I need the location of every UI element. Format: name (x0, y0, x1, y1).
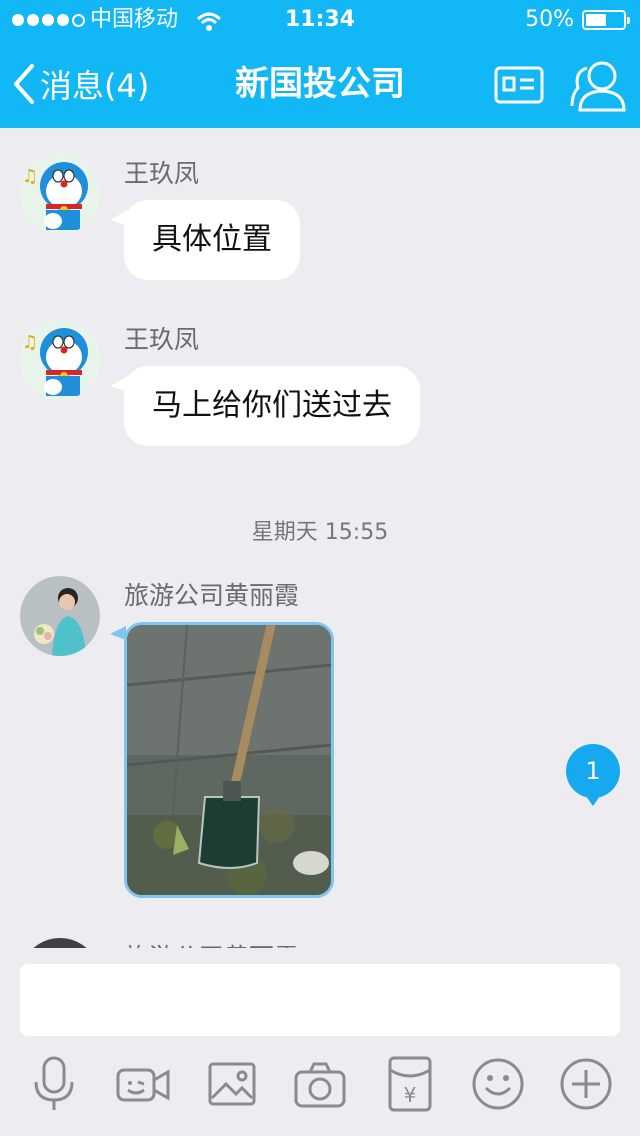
message-bubble[interactable]: 具体位置 (110, 200, 300, 280)
group-members-icon[interactable] (570, 58, 628, 116)
message-bubble[interactable]: 马上给你们送过去 (110, 366, 420, 446)
emoji-icon[interactable] (470, 1056, 526, 1112)
video-icon[interactable] (114, 1056, 170, 1112)
sender-name: 王玖凤 (124, 159, 200, 188)
bride-avatar[interactable] (20, 576, 100, 656)
battery-percent: 50% (525, 7, 574, 32)
mic-icon[interactable] (26, 1056, 82, 1112)
svg-text:♫: ♫ (22, 332, 38, 353)
message-input[interactable] (20, 964, 620, 1036)
message-text: 马上给你们送过去 (152, 388, 392, 423)
chat-area[interactable]: ♫ 王玖凤 具体位置 ♫ 王玖凤 马上给你们送过去 星期天 15:55 旅游公司… (0, 128, 640, 948)
nav-header: 中国移动 11:34 50% 消息(4) 新国投公司 (0, 0, 640, 128)
sender-name: 王玖凤 (124, 325, 200, 354)
red-packet-icon[interactable]: ¥ (382, 1056, 438, 1112)
message-text: 具体位置 (152, 222, 272, 257)
image-message[interactable] (124, 622, 334, 898)
image-icon[interactable] (204, 1056, 260, 1112)
bride-avatar[interactable] (20, 938, 100, 948)
battery-icon (582, 10, 630, 30)
camera-icon[interactable] (292, 1056, 348, 1112)
timestamp: 星期天 15:55 (251, 520, 389, 545)
plus-icon[interactable] (558, 1056, 614, 1112)
chevron-left-icon (14, 64, 34, 104)
back-label: 消息(4) (40, 67, 150, 105)
svg-text:¥: ¥ (404, 1083, 417, 1107)
unread-count: 1 (585, 757, 601, 785)
status-bar: 中国移动 11:34 50% (0, 0, 640, 40)
doraemon-avatar[interactable]: ♫ (20, 320, 100, 400)
doraemon-avatar[interactable]: ♫ (20, 154, 100, 234)
input-area: ¥ (0, 948, 640, 1136)
sender-name: 旅游公司黄丽霞 (124, 938, 299, 948)
profile-card-icon[interactable] (494, 66, 544, 108)
sender-name: 旅游公司黄丽霞 (124, 581, 300, 610)
unread-count-badge[interactable]: 1 (566, 744, 620, 806)
svg-text:♫: ♫ (22, 166, 38, 187)
shovel-photo (127, 625, 331, 895)
back-button[interactable]: 消息(4) (12, 56, 149, 112)
